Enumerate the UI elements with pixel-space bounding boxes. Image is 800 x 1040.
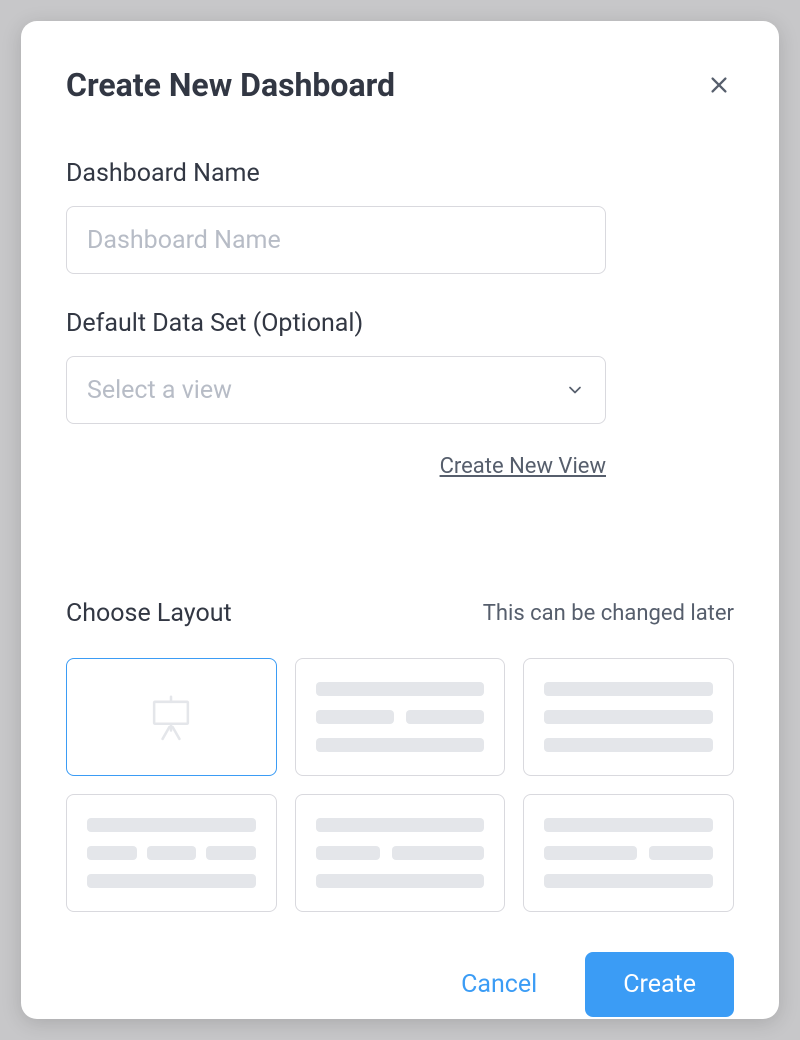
layout-hint: This can be changed later: [483, 601, 734, 626]
layout-header: Choose Layout This can be changed later: [66, 599, 734, 628]
easel-icon: [144, 690, 198, 744]
cancel-button[interactable]: Cancel: [443, 960, 555, 1009]
layout-bar: [392, 846, 485, 860]
layout-bar: [544, 874, 713, 888]
layout-bar: [316, 846, 380, 860]
layout-bar: [206, 846, 256, 860]
default-dataset-select[interactable]: Select a view: [66, 356, 606, 424]
default-dataset-label: Default Data Set (Optional): [66, 309, 734, 338]
close-icon: [708, 74, 730, 96]
dashboard-name-input[interactable]: [66, 206, 606, 274]
layout-bar: [316, 738, 485, 752]
layout-option-5[interactable]: [295, 794, 506, 912]
layout-grid: [66, 658, 734, 912]
layout-bar: [544, 710, 713, 724]
layout-bar: [316, 818, 485, 832]
layout-bar: [87, 818, 256, 832]
layout-bar: [406, 710, 484, 724]
create-dashboard-modal: Create New Dashboard Dashboard Name Defa…: [21, 21, 779, 1019]
layout-option-blank[interactable]: [66, 658, 277, 776]
layout-bar-row: [544, 846, 713, 860]
layout-option-3[interactable]: [523, 658, 734, 776]
modal-title: Create New Dashboard: [66, 66, 395, 104]
chevron-down-icon: [565, 380, 585, 400]
layout-bar: [544, 682, 713, 696]
layout-title: Choose Layout: [66, 599, 232, 628]
layout-bar-row: [316, 846, 485, 860]
layout-option-4[interactable]: [66, 794, 277, 912]
layout-bar-row: [87, 846, 256, 860]
layout-bar: [316, 682, 485, 696]
layout-option-6[interactable]: [523, 794, 734, 912]
layout-bar-row: [316, 710, 485, 724]
dashboard-name-group: Dashboard Name: [66, 159, 734, 274]
modal-footer: Cancel Create: [66, 912, 734, 1017]
layout-section: Choose Layout This can be changed later: [66, 599, 734, 912]
layout-bar: [87, 846, 137, 860]
default-dataset-placeholder: Select a view: [87, 376, 232, 405]
layout-bar: [544, 818, 713, 832]
layout-bar: [147, 846, 197, 860]
layout-bar: [544, 738, 713, 752]
modal-header: Create New Dashboard: [66, 66, 734, 104]
close-button[interactable]: [704, 70, 734, 100]
default-dataset-group: Default Data Set (Optional) Select a vie…: [66, 309, 734, 479]
create-new-view-link[interactable]: Create New View: [66, 454, 606, 479]
layout-bar: [316, 710, 394, 724]
layout-bar: [544, 846, 637, 860]
dashboard-name-label: Dashboard Name: [66, 159, 734, 188]
create-button[interactable]: Create: [585, 952, 734, 1017]
layout-bar: [87, 874, 256, 888]
layout-option-2[interactable]: [295, 658, 506, 776]
layout-bar: [649, 846, 713, 860]
layout-bar: [316, 874, 485, 888]
